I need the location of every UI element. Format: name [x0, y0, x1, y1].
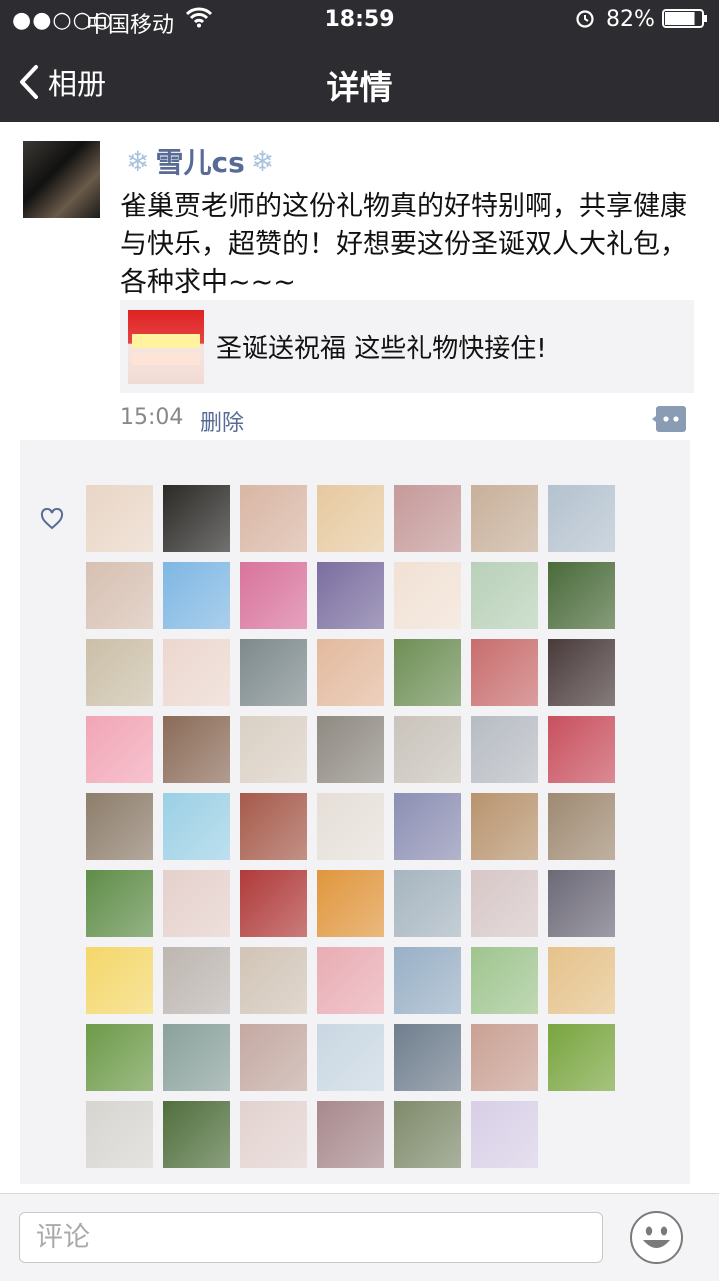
liker-avatar[interactable]: [317, 562, 384, 629]
shared-link-card[interactable]: 圣诞送祝福 这些礼物快接住!: [120, 300, 694, 393]
liker-avatar[interactable]: [86, 1024, 153, 1091]
liker-avatar[interactable]: [240, 562, 307, 629]
liker-avatar[interactable]: [240, 793, 307, 860]
liker-avatar[interactable]: [163, 485, 230, 552]
liker-avatar[interactable]: [471, 870, 538, 937]
liker-avatar[interactable]: [86, 793, 153, 860]
liker-avatar[interactable]: [240, 716, 307, 783]
author-avatar[interactable]: [23, 141, 100, 218]
liker-avatar[interactable]: [394, 1024, 461, 1091]
liker-avatar[interactable]: [471, 947, 538, 1014]
post-text: 雀巢贾老师的这份礼物真的好特别啊，共享健康与快乐，超赞的！好想要这份圣诞双人大礼…: [120, 191, 687, 298]
liker-avatar[interactable]: [471, 562, 538, 629]
liker-avatar[interactable]: [394, 947, 461, 1014]
liker-avatar[interactable]: [163, 1101, 230, 1168]
liker-avatar[interactable]: [163, 947, 230, 1014]
liker-avatar[interactable]: [86, 947, 153, 1014]
shared-link-thumbnail: [128, 310, 204, 384]
shared-link-title: 圣诞送祝福 这些礼物快接住!: [216, 334, 547, 364]
liker-avatar[interactable]: [548, 1024, 615, 1091]
liker-avatar[interactable]: [548, 947, 615, 1014]
comment-menu-icon[interactable]: [652, 406, 686, 432]
liker-avatar[interactable]: [86, 562, 153, 629]
comment-input[interactable]: [19, 1212, 603, 1263]
liker-avatar[interactable]: [317, 1101, 384, 1168]
liker-avatar[interactable]: [163, 1024, 230, 1091]
liker-avatar[interactable]: [317, 716, 384, 783]
page-title: 详情: [326, 68, 393, 107]
top-bar: ●●○○○ 中国移动 18:59 82% 相册 详情: [0, 0, 719, 122]
liker-avatar[interactable]: [317, 870, 384, 937]
author-name-text: 雪儿cs: [155, 146, 245, 179]
liker-avatar[interactable]: [317, 1024, 384, 1091]
liker-avatar[interactable]: [86, 485, 153, 552]
liker-avatar[interactable]: [394, 870, 461, 937]
liker-avatar[interactable]: [163, 870, 230, 937]
liker-avatar[interactable]: [86, 870, 153, 937]
liker-avatar[interactable]: [548, 870, 615, 937]
liker-avatar[interactable]: [163, 793, 230, 860]
battery-percent: 82%: [606, 7, 655, 32]
liker-avatar[interactable]: [394, 1101, 461, 1168]
liker-avatar[interactable]: [86, 716, 153, 783]
liker-avatar[interactable]: [317, 485, 384, 552]
liker-avatar[interactable]: [548, 562, 615, 629]
liker-avatar[interactable]: [240, 485, 307, 552]
liker-avatar[interactable]: [548, 793, 615, 860]
author-name[interactable]: ❄ 雪儿cs ❄: [120, 141, 280, 181]
liker-avatar[interactable]: [394, 639, 461, 706]
liker-avatar[interactable]: [317, 793, 384, 860]
delete-button[interactable]: 删除: [200, 405, 244, 437]
liker-avatar[interactable]: [471, 485, 538, 552]
liker-avatar[interactable]: [317, 639, 384, 706]
liker-avatar[interactable]: [163, 639, 230, 706]
liker-avatar[interactable]: [317, 947, 384, 1014]
liker-avatar[interactable]: [548, 716, 615, 783]
liker-avatar[interactable]: [548, 639, 615, 706]
liker-avatar[interactable]: [471, 793, 538, 860]
snowflake-icon: ❄: [250, 144, 275, 178]
liker-avatar[interactable]: [240, 870, 307, 937]
status-bar: ●●○○○ 中国移动 18:59 82%: [0, 0, 719, 40]
heart-outline-icon: [40, 508, 64, 530]
liker-avatar[interactable]: [240, 947, 307, 1014]
liker-avatar[interactable]: [240, 1101, 307, 1168]
snowflake-icon: ❄: [126, 144, 150, 178]
liker-avatar[interactable]: [240, 639, 307, 706]
comment-bar: [0, 1193, 719, 1281]
liker-avatar[interactable]: [240, 1024, 307, 1091]
liker-avatar[interactable]: [548, 485, 615, 552]
liker-avatar[interactable]: [394, 793, 461, 860]
liker-avatar[interactable]: [163, 562, 230, 629]
liker-avatar[interactable]: [163, 716, 230, 783]
liker-avatar[interactable]: [394, 716, 461, 783]
liker-avatar[interactable]: [471, 1024, 538, 1091]
likes-panel: [20, 440, 690, 1184]
liker-avatar[interactable]: [86, 1101, 153, 1168]
liker-avatar[interactable]: [86, 639, 153, 706]
smiley-face-icon[interactable]: [629, 1210, 684, 1265]
liker-avatar[interactable]: [394, 485, 461, 552]
battery-icon: [662, 9, 707, 28]
liker-avatar[interactable]: [471, 716, 538, 783]
post-time: 15:04: [120, 405, 184, 430]
liker-avatar[interactable]: [394, 562, 461, 629]
alarm-clock-icon: [576, 10, 594, 28]
liker-avatar[interactable]: [471, 639, 538, 706]
liker-avatar[interactable]: [471, 1101, 538, 1168]
